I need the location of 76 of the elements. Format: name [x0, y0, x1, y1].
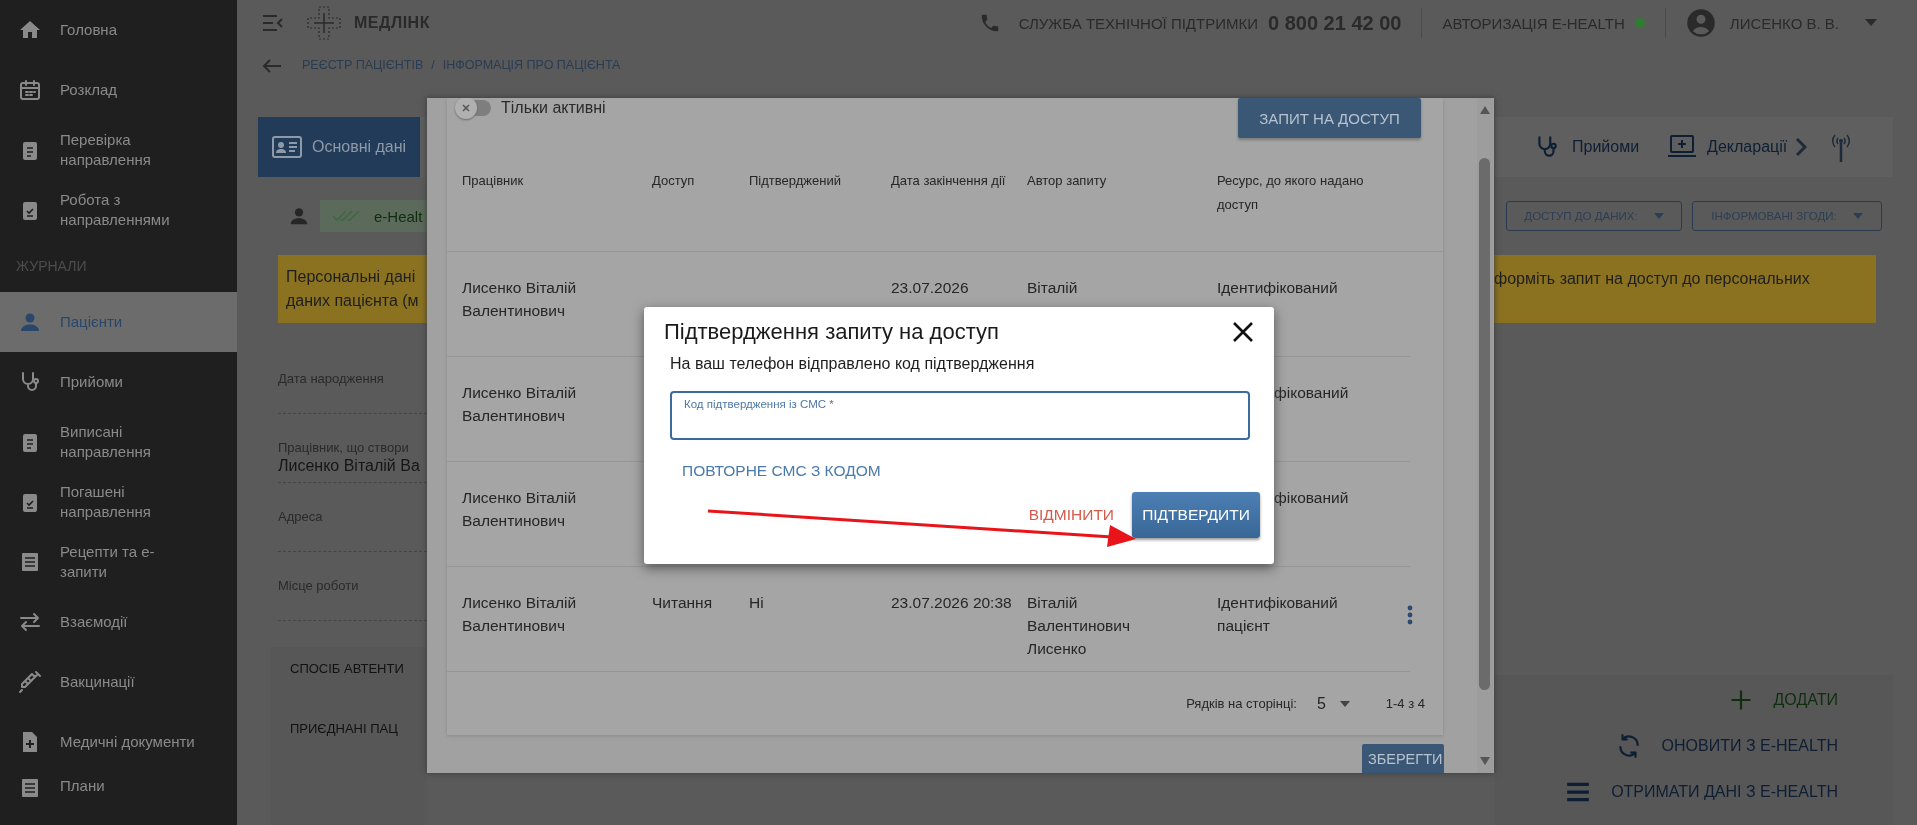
sidebar-item[interactable]: Погашені направлення	[0, 472, 237, 532]
table-cell-text: 23.07.2026	[891, 278, 970, 298]
sidebar-item[interactable]: Перевірка направлення	[0, 120, 237, 180]
back-arrow-icon	[262, 57, 282, 74]
scroll-down-icon	[1480, 757, 1490, 765]
save-button[interactable]: ЗБЕРЕГТИ	[1362, 744, 1444, 773]
column-header: Доступ	[652, 172, 696, 190]
banner-text: даних пацієнта (м	[286, 291, 420, 311]
code-input-field[interactable]: Код підтвердження із СМС *	[670, 391, 1250, 440]
person-icon	[288, 205, 310, 227]
table-cell-text: Лисенко Віталій Валентинович	[462, 278, 578, 321]
logo-cross-icon	[306, 5, 342, 42]
section-title: СПОСІБ АВТЕНТИ	[290, 661, 405, 678]
warning-banner: формiть запит на доступ до персональних	[1494, 255, 1876, 323]
table-cell-text: Ідентифікований	[1217, 278, 1339, 298]
collapse-menu-icon	[262, 14, 284, 33]
sidebar-item[interactable]: Вакцинації	[0, 652, 237, 712]
rows-per-page-label: Рядків на сторінці:	[1186, 696, 1297, 711]
status-chip-label: e-Healt	[374, 207, 423, 225]
request-access-button[interactable]: ЗАПИТ НА ДОСТУП	[1238, 98, 1421, 138]
sidebar-item[interactable]: Медичні документи	[0, 712, 237, 772]
field-value: Лисенко Віталій Ва	[278, 457, 421, 475]
account-icon	[1685, 8, 1716, 39]
caret-icon	[1339, 700, 1350, 707]
swap-arrows-icon	[18, 610, 42, 634]
caret-icon	[1852, 213, 1863, 219]
field-label: Код підтвердження із СМС *	[684, 398, 834, 410]
sidebar-item[interactable]: Розклад	[0, 60, 237, 120]
table-cell-text: Лисенко Віталій Валентинович	[462, 593, 578, 636]
column-header: Дата закінчення дії	[891, 172, 1007, 190]
dialog-message: На ваш телефон відправлено код підтвердження	[670, 355, 1036, 373]
page-size-select[interactable]: 5	[1316, 694, 1366, 713]
column-header: Ресурс, до якого надано доступ	[1217, 172, 1365, 214]
sidebar-item[interactable]: Робота з направленнями	[0, 180, 237, 240]
column-header: Працівник	[462, 172, 525, 190]
column-header: Автор запиту	[1027, 172, 1108, 190]
table-cell-text: фікований	[1273, 488, 1350, 508]
sidebar-item[interactable]: Головна	[0, 0, 237, 60]
sidebar-item[interactable]: Плани	[0, 772, 237, 802]
page-range: 1-4 з 4	[1385, 696, 1425, 711]
table-cell-text: Читання	[652, 593, 714, 613]
caret-icon	[1653, 213, 1664, 219]
double-check-icon	[332, 209, 360, 223]
sidebar-item[interactable]: Прийоми	[0, 352, 237, 412]
table-cell-text: Віталій	[1027, 278, 1079, 298]
scroll-up-icon	[1480, 106, 1490, 114]
calendar-icon	[18, 78, 42, 102]
sidebar-item[interactable]: Виписані направлення	[0, 412, 237, 472]
chevron-right-icon	[1795, 137, 1808, 157]
active-only-toggle[interactable]: Тільки активні	[457, 98, 606, 118]
scrollbar-thumb[interactable]	[1479, 158, 1490, 690]
section-title: ПРИЄДНАНІ ПАЦ	[290, 721, 399, 738]
breadcrumb-separator: /	[431, 57, 435, 72]
patient-tab[interactable]: Основні дані	[258, 117, 421, 177]
cancel-button[interactable]: ВІДМІНИТИ	[1028, 506, 1114, 524]
laptop-plus-icon	[1667, 134, 1698, 160]
dialog-title: Підтвердження запиту на доступ	[664, 319, 999, 345]
sidebar-item[interactable]: Рецепти та е-запити	[0, 532, 237, 592]
close-icon	[1232, 321, 1254, 343]
sidebar-item[interactable]: Взаємодії	[0, 592, 237, 652]
table-cell-text: Віталій Валентинович Лисенко	[1027, 593, 1132, 659]
syringe-icon	[18, 670, 42, 694]
patient-tab[interactable]: Декларації	[1653, 117, 1802, 177]
table-cell-text: 23.07.2026 20:38	[891, 593, 1013, 613]
banner-text: Персональні дані	[286, 267, 417, 287]
confirm-button[interactable]: ПІДТВЕРДИТИ	[1132, 492, 1260, 538]
resend-sms-button[interactable]: ПОВТОРНЕ СМС З КОДОМ	[682, 454, 881, 488]
column-header: Підтверджений	[749, 172, 842, 190]
table-cell-text: Ідентифікований пацієнт	[1217, 593, 1339, 636]
table-cell-text: Ні	[749, 593, 765, 613]
patient-tab[interactable]: Прийоми	[1518, 117, 1654, 177]
table-cell-text: фікований	[1273, 383, 1350, 403]
table-cell-text: Лисенко Віталій Валентинович	[462, 488, 578, 531]
id-card-icon	[272, 134, 302, 160]
caret-icon	[1865, 19, 1877, 28]
table-cell-text: Лисенко Віталій Валентинович	[462, 383, 578, 426]
